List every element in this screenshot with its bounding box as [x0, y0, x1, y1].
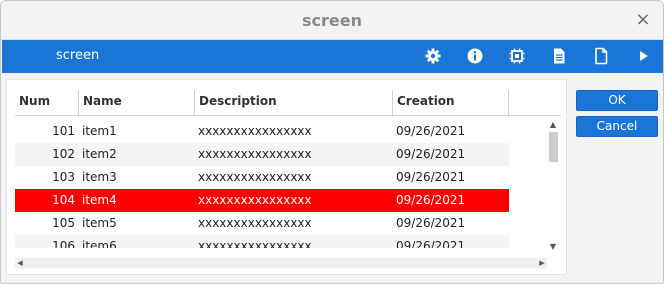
column-header-creation[interactable]: Creation — [392, 90, 508, 116]
cell-num: 102 — [52, 147, 75, 161]
chip-icon[interactable] — [507, 46, 527, 66]
close-icon[interactable]: × — [633, 10, 653, 30]
cell-description: xxxxxxxxxxxxxxxx — [198, 124, 312, 138]
scroll-up-icon[interactable]: ▲ — [547, 120, 559, 130]
cell-creation: 09/26/2021 — [396, 147, 466, 161]
toolbar: screen — [2, 40, 663, 73]
document-icon[interactable] — [549, 46, 569, 66]
cell-name: item3 — [82, 170, 117, 184]
cell-description: xxxxxxxxxxxxxxxx — [198, 216, 312, 230]
table-row[interactable]: 106 item6 xxxxxxxxxxxxxxxx 09/26/2021 — [15, 235, 509, 248]
title-bar: screen × — [1, 1, 663, 40]
scroll-down-icon[interactable]: ▼ — [547, 242, 559, 252]
cell-name: item2 — [82, 147, 117, 161]
toolbar-title: screen — [56, 48, 100, 63]
cell-num: 104 — [52, 193, 75, 207]
scroll-left-icon[interactable]: ◀ — [15, 258, 25, 268]
cell-name: item6 — [82, 239, 117, 248]
play-icon[interactable] — [633, 46, 653, 66]
cell-creation: 09/26/2021 — [396, 170, 466, 184]
cell-num: 101 — [52, 124, 75, 138]
cell-description: xxxxxxxxxxxxxxxx — [198, 147, 312, 161]
cell-num: 106 — [52, 239, 75, 248]
table-header: Num Name Description Creation — [15, 90, 561, 116]
cell-creation: 09/26/2021 — [396, 124, 466, 138]
table-row[interactable]: 105 item5 xxxxxxxxxxxxxxxx 09/26/2021 — [15, 212, 509, 235]
ok-button[interactable]: OK — [576, 90, 658, 111]
table-row-selected[interactable]: 104 item4 xxxxxxxxxxxxxxxx 09/26/2021 — [15, 189, 509, 212]
cancel-button[interactable]: Cancel — [576, 116, 658, 137]
window-title: screen — [302, 11, 362, 30]
table-row[interactable]: 103 item3 xxxxxxxxxxxxxxxx 09/26/2021 — [15, 166, 509, 189]
column-header-description[interactable]: Description — [194, 90, 392, 116]
cell-creation: 09/26/2021 — [396, 216, 466, 230]
horizontal-scrollbar[interactable]: ◀ ▶ — [15, 258, 547, 268]
table-row[interactable]: 102 item2 xxxxxxxxxxxxxxxx 09/26/2021 — [15, 143, 509, 166]
new-file-icon[interactable] — [591, 46, 611, 66]
column-header-spacer — [508, 90, 548, 116]
cell-num: 103 — [52, 170, 75, 184]
dialog-window: screen × screen Num Name Description Cre… — [0, 0, 664, 284]
table-row[interactable]: 101 item1 xxxxxxxxxxxxxxxx 09/26/2021 — [15, 120, 509, 143]
info-icon[interactable] — [465, 46, 485, 66]
table-panel: Num Name Description Creation 101 item1 … — [6, 79, 567, 275]
cell-num: 105 — [52, 216, 75, 230]
cell-name: item4 — [82, 193, 117, 207]
cell-description: xxxxxxxxxxxxxxxx — [198, 193, 312, 207]
cell-name: item1 — [82, 124, 117, 138]
table-body: 101 item1 xxxxxxxxxxxxxxxx 09/26/2021 10… — [15, 120, 549, 248]
cell-creation: 09/26/2021 — [396, 239, 466, 248]
gear-icon[interactable] — [423, 46, 443, 66]
column-header-name[interactable]: Name — [78, 90, 194, 116]
cell-name: item5 — [82, 216, 117, 230]
scroll-right-icon[interactable]: ▶ — [537, 258, 547, 268]
cell-description: xxxxxxxxxxxxxxxx — [198, 170, 312, 184]
vertical-scroll-thumb[interactable] — [549, 132, 558, 162]
column-header-num[interactable]: Num — [15, 90, 77, 116]
cell-creation: 09/26/2021 — [396, 193, 466, 207]
vertical-scrollbar[interactable]: ▲ ▼ — [547, 120, 559, 252]
cell-description: xxxxxxxxxxxxxxxx — [198, 239, 312, 248]
